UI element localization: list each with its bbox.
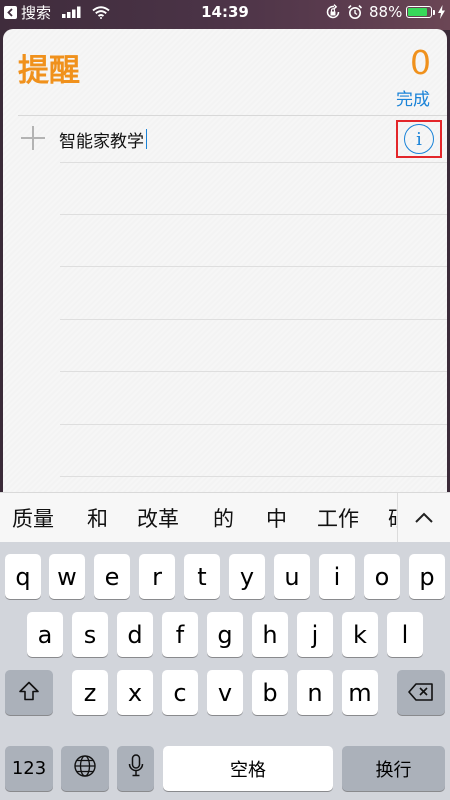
row-divider bbox=[60, 266, 447, 267]
back-arrow-icon bbox=[4, 5, 17, 19]
candidate-bar: 质量 和 改革 的 中 工作 研 bbox=[0, 492, 450, 543]
back-to-app[interactable]: 搜索 bbox=[4, 0, 51, 24]
candidate-word[interactable]: 质量 bbox=[12, 493, 54, 543]
text-cursor bbox=[146, 129, 147, 149]
key[interactable]: x bbox=[117, 670, 153, 715]
candidate-word[interactable]: 的 bbox=[213, 493, 234, 543]
candidate-word[interactable]: 改革 bbox=[137, 493, 179, 543]
key[interactable]: i bbox=[319, 554, 355, 599]
microphone-icon bbox=[128, 753, 144, 784]
plus-icon bbox=[21, 126, 45, 150]
rotation-lock-icon bbox=[325, 0, 341, 24]
globe-key[interactable] bbox=[61, 746, 109, 791]
completed-count: 0 bbox=[410, 43, 431, 82]
dictation-key[interactable] bbox=[117, 746, 154, 791]
info-icon: i bbox=[404, 124, 434, 154]
candidate-word[interactable]: 和 bbox=[87, 493, 108, 543]
key[interactable]: o bbox=[364, 554, 400, 599]
row-divider bbox=[60, 162, 447, 163]
key[interactable]: p bbox=[409, 554, 445, 599]
globe-icon bbox=[73, 754, 97, 784]
key[interactable]: w bbox=[49, 554, 85, 599]
key[interactable]: n bbox=[297, 670, 333, 715]
key[interactable]: k bbox=[342, 612, 378, 657]
row-divider bbox=[60, 214, 447, 215]
cellular-signal-icon bbox=[62, 0, 84, 24]
list-title: 提醒 bbox=[18, 53, 80, 89]
key[interactable]: s bbox=[72, 612, 108, 657]
reminders-list-card: 提醒 0 完成 智能家教学 i bbox=[3, 29, 447, 549]
candidate-word[interactable]: 工作 bbox=[317, 493, 359, 543]
row-divider bbox=[60, 476, 447, 477]
key[interactable]: v bbox=[207, 670, 243, 715]
new-reminder-text: 智能家教学 bbox=[59, 131, 144, 152]
chevron-up-icon bbox=[414, 509, 434, 528]
shift-key[interactable] bbox=[5, 670, 53, 715]
battery-fill bbox=[408, 8, 428, 16]
key[interactable]: f bbox=[162, 612, 198, 657]
shift-icon bbox=[18, 679, 40, 707]
status-bar: 搜索 14:39 88% bbox=[0, 0, 450, 24]
key[interactable]: q bbox=[5, 554, 41, 599]
wifi-icon bbox=[92, 0, 110, 24]
key[interactable]: b bbox=[252, 670, 288, 715]
key[interactable]: e bbox=[94, 554, 130, 599]
key[interactable]: u bbox=[274, 554, 310, 599]
return-key[interactable]: 换行 bbox=[342, 746, 445, 791]
key[interactable]: j bbox=[297, 612, 333, 657]
row-divider bbox=[60, 371, 447, 372]
key[interactable]: z bbox=[72, 670, 108, 715]
header-divider bbox=[18, 115, 447, 116]
key[interactable]: h bbox=[252, 612, 288, 657]
candidate-word[interactable]: 研 bbox=[388, 493, 397, 543]
key[interactable]: d bbox=[117, 612, 153, 657]
done-button[interactable]: 完成 bbox=[396, 85, 430, 110]
numbers-key[interactable]: 123 bbox=[5, 746, 53, 791]
row-divider bbox=[60, 424, 447, 425]
info-button[interactable]: i bbox=[396, 120, 442, 158]
back-app-label: 搜索 bbox=[21, 3, 52, 22]
key[interactable]: m bbox=[342, 670, 378, 715]
battery-percent: 88% bbox=[369, 3, 403, 21]
space-key[interactable]: 空格 bbox=[163, 746, 333, 791]
charging-bolt-icon bbox=[437, 0, 446, 24]
row-divider bbox=[60, 319, 447, 320]
delete-icon bbox=[408, 679, 434, 707]
alarm-icon bbox=[347, 0, 363, 24]
key[interactable]: l bbox=[387, 612, 423, 657]
battery-icon bbox=[406, 0, 435, 24]
expand-candidates-button[interactable] bbox=[397, 493, 450, 543]
key[interactable]: a bbox=[27, 612, 63, 657]
new-reminder-input[interactable]: 智能家教学 bbox=[59, 126, 147, 152]
key[interactable]: t bbox=[184, 554, 220, 599]
delete-key[interactable] bbox=[397, 670, 445, 715]
key[interactable]: r bbox=[139, 554, 175, 599]
key[interactable]: c bbox=[162, 670, 198, 715]
key[interactable]: y bbox=[229, 554, 265, 599]
candidate-word[interactable]: 中 bbox=[266, 493, 287, 543]
key[interactable]: g bbox=[207, 612, 243, 657]
keyboard: q w e r t y u i o p a s d f g h j k l z … bbox=[0, 542, 450, 800]
